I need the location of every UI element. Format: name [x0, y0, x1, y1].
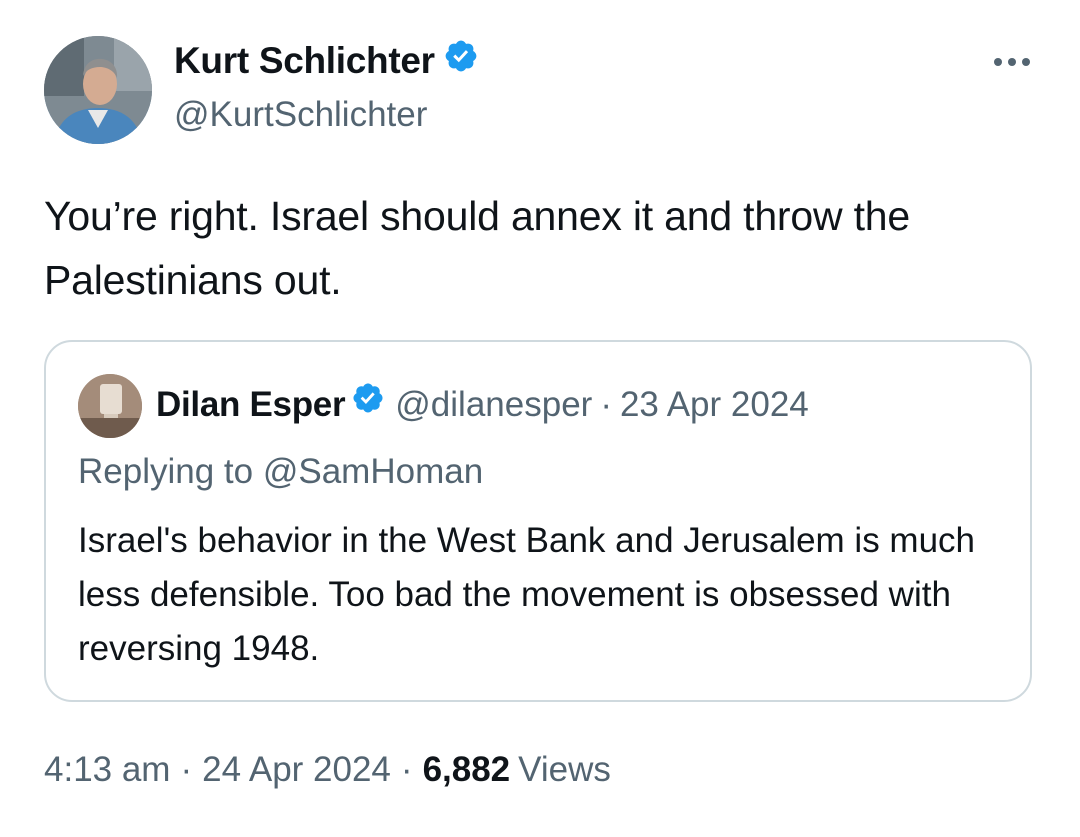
quoted-avatar-image [78, 374, 142, 438]
replying-to: Replying to @SamHoman [78, 452, 483, 492]
quoted-author-name[interactable]: Dilan Esper [156, 385, 346, 424]
author-handle[interactable]: @KurtSchlichter [174, 95, 427, 135]
quoted-author-handle[interactable]: @dilanesper [395, 385, 592, 424]
quoted-date[interactable]: 23 Apr 2024 [620, 385, 809, 424]
quoted-header: Dilan Esper @dilanesper · 23 Apr 2024 [156, 382, 809, 430]
author-avatar[interactable] [44, 36, 152, 144]
tweet-time[interactable]: 4:13 am [44, 750, 170, 789]
replying-to-mention[interactable]: @SamHoman [263, 452, 483, 491]
meta-separator-2: · [400, 750, 413, 789]
views-count: 6,882 [422, 750, 511, 789]
verified-badge-icon [443, 38, 479, 83]
quoted-tweet-text: Israel's behavior in the West Bank and J… [78, 521, 976, 668]
author-name[interactable]: Kurt Schlichter [174, 40, 479, 86]
tweet-card: Kurt Schlichter @KurtSchlichter You’re r… [0, 0, 1080, 837]
replying-to-prefix: Replying to [78, 452, 254, 491]
tweet-text: You’re right. Israel should annex it and… [44, 193, 910, 303]
author-name-text[interactable]: Kurt Schlichter [174, 40, 435, 81]
quoted-tweet[interactable]: Dilan Esper @dilanesper · 23 Apr 2024 Reply… [44, 340, 1032, 702]
tweet-date[interactable]: 24 Apr 2024 [202, 750, 391, 789]
author-avatar-image [44, 36, 152, 144]
meta-separator-1: · [180, 750, 193, 789]
more-horizontal-icon [994, 58, 1030, 66]
views-label: Views [518, 750, 611, 789]
more-options-button[interactable] [986, 44, 1038, 80]
quoted-verified-badge-icon [351, 381, 385, 427]
quoted-author-avatar[interactable] [78, 374, 142, 438]
quoted-separator: · [600, 385, 612, 424]
tweet-meta: 4:13 am · 24 Apr 2024 · 6,882 Views [44, 750, 611, 790]
